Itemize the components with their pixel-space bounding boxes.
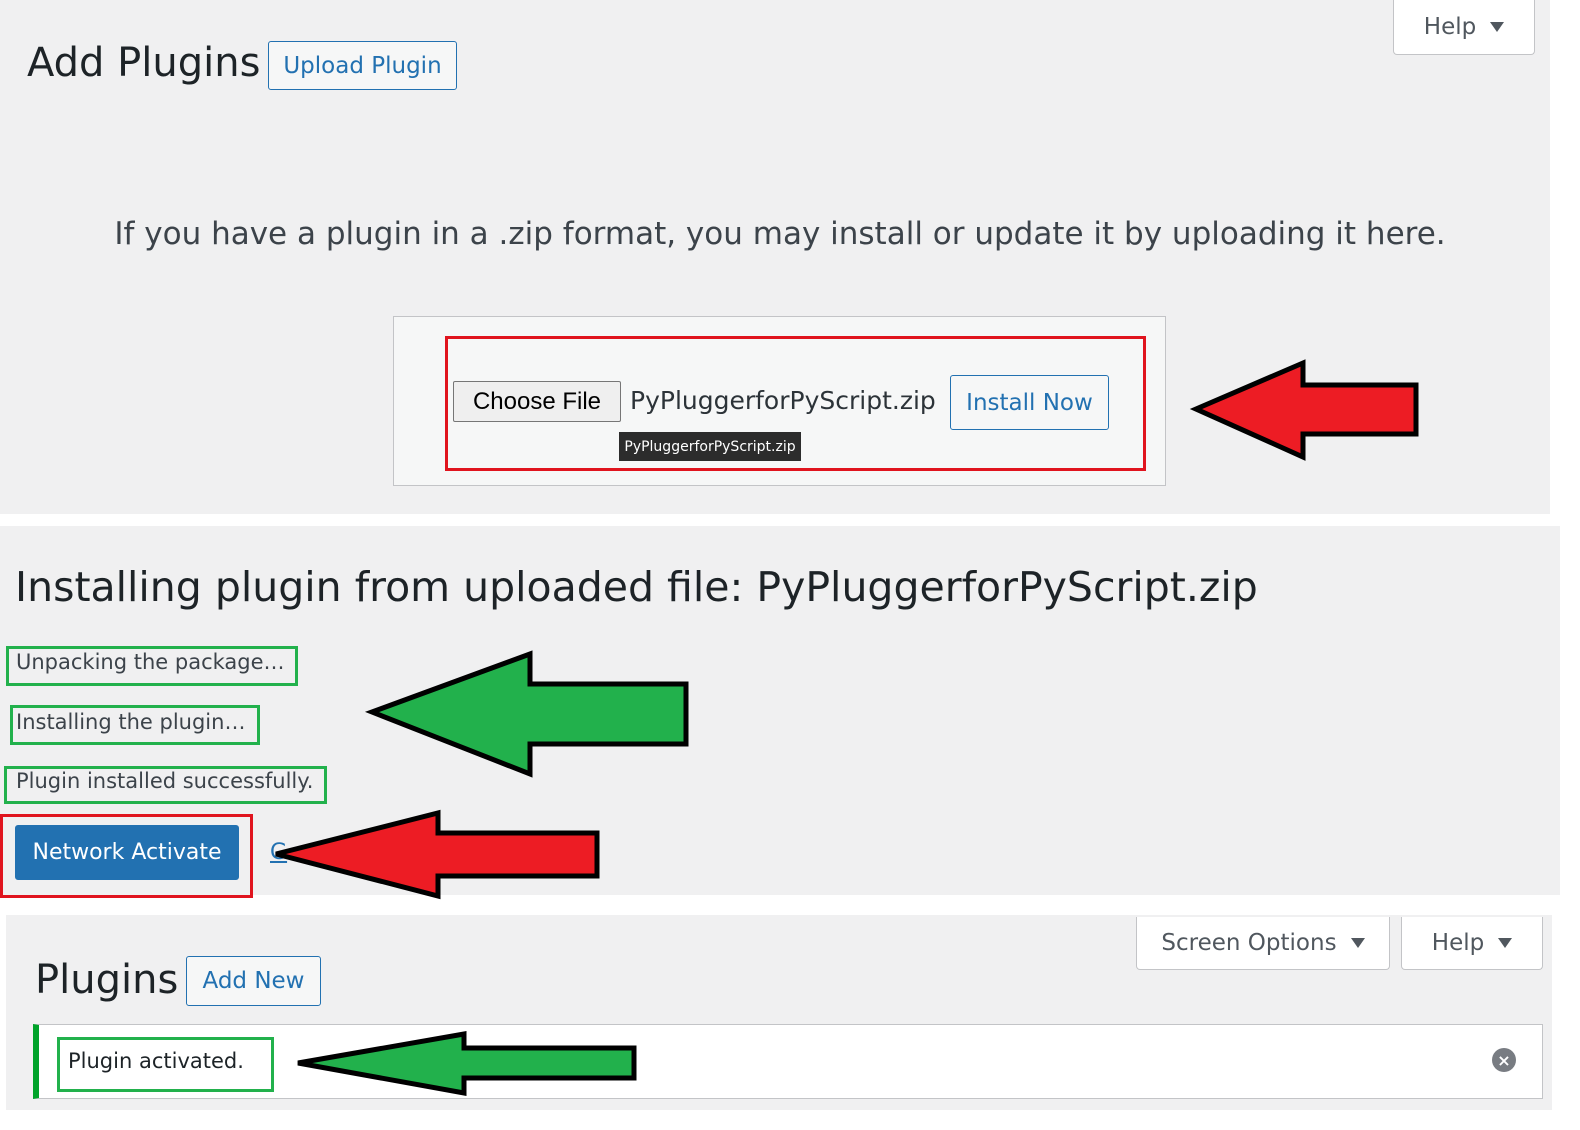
help-tab-button[interactable]: Help [1401, 917, 1543, 970]
screen-options-tab[interactable]: Screen Options [1136, 917, 1390, 970]
help-tab-label: Help [1431, 930, 1485, 956]
caret-down-icon [1490, 22, 1505, 32]
file-tooltip: PyPluggerforPyScript.zip [619, 432, 801, 461]
red-arrow-icon [1189, 359, 1419, 461]
help-tab-label: Help [1423, 14, 1477, 40]
step-installing: Installing the plugin… [16, 710, 246, 734]
green-arrow-icon [364, 650, 689, 778]
caret-down-icon [1350, 938, 1365, 948]
step-unpacking: Unpacking the package… [16, 650, 285, 674]
upload-plugin-button[interactable]: Upload Plugin [268, 41, 457, 90]
selected-file-name: PyPluggerforPyScript.zip [630, 386, 936, 415]
install-title: Installing plugin from uploaded file: Py… [15, 563, 1258, 611]
red-arrow-icon [275, 809, 600, 900]
help-tab-button[interactable]: Help [1393, 0, 1535, 55]
plugins-title: Plugins [35, 957, 179, 1003]
network-activate-button[interactable]: Network Activate [15, 825, 239, 880]
add-new-button[interactable]: Add New [186, 956, 321, 1006]
notice-text: Plugin activated. [68, 1049, 244, 1073]
green-arrow-icon [297, 1031, 637, 1096]
install-now-button[interactable]: Install Now [950, 375, 1109, 430]
caret-down-icon [1498, 938, 1513, 948]
step-success: Plugin installed successfully. [16, 769, 314, 793]
dismiss-icon[interactable]: × [1492, 1048, 1516, 1072]
screen-options-label: Screen Options [1161, 930, 1337, 956]
upload-description: If you have a plugin in a .zip format, y… [114, 216, 1446, 252]
choose-file-button[interactable]: Choose File [453, 381, 621, 422]
page-title: Add Plugins [27, 40, 261, 86]
